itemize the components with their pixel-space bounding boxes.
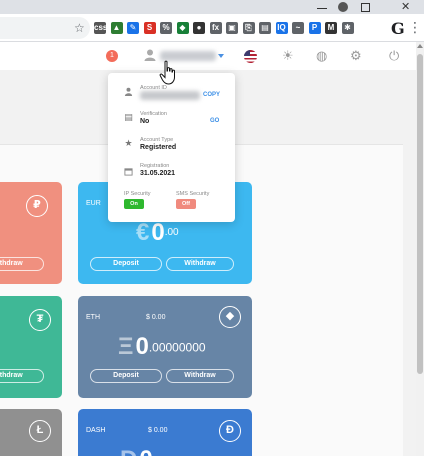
browser-extension-icon[interactable]: fx <box>209 22 222 34</box>
browser-extension-icon[interactable]: ▤ <box>259 22 271 34</box>
verification-go-button[interactable]: GO <box>210 118 219 124</box>
eur-deposit-button[interactable]: Deposit <box>90 257 162 271</box>
usdt-coin-icon: ₮ <box>29 309 51 331</box>
close-window-icon[interactable]: ✕ <box>401 1 410 13</box>
address-bar: ☆ css ▲ ✎ S% ◆ ● fx ▣ ⎘ ▤ IQ ~ P M ✱ G ⋮ <box>0 14 424 42</box>
star-icon: ★ <box>124 138 133 148</box>
minimize-icon[interactable] <box>317 8 327 9</box>
browser-extension-icon[interactable]: ◆ <box>176 22 189 34</box>
eth-balance: Ξ0.00000000 <box>118 333 206 360</box>
eur-withdraw-button[interactable]: Withdraw <box>166 257 234 271</box>
dash-balance: Đ0 <box>120 447 153 456</box>
sms-security-label: SMS Security <box>176 191 210 197</box>
browser-extension-icon[interactable]: ▲ <box>110 22 123 34</box>
verification-label: Verification <box>140 111 167 117</box>
maximize-icon[interactable] <box>361 3 370 12</box>
ltc-coin-icon: Ł <box>29 420 51 442</box>
scroll-up-arrow-icon[interactable] <box>417 44 423 48</box>
copy-account-id-button[interactable]: COPY <box>203 92 220 98</box>
dash-currency-label: DASH <box>86 427 106 434</box>
eth-usd-value: $ 0.00 <box>146 314 166 321</box>
eth-deposit-button[interactable]: Deposit <box>90 369 162 383</box>
us-flag-icon[interactable] <box>244 50 257 63</box>
browser-extension-icon[interactable]: ▣ <box>226 22 238 34</box>
ip-security-label: IP Security <box>124 191 151 197</box>
browser-extension-icon[interactable]: S <box>143 22 156 34</box>
browser-extension-icon[interactable]: P <box>308 22 321 34</box>
usdt-withdraw-button[interactable]: Withdraw <box>0 369 44 383</box>
hand-cursor-icon <box>159 60 175 85</box>
theme-icon[interactable]: ☀ <box>282 48 294 64</box>
registration-value: 31.05.2021 <box>140 170 176 177</box>
notification-badge[interactable]: 1 <box>106 50 118 62</box>
chevron-down-icon[interactable] <box>218 54 224 58</box>
eth-coin-icon: ◆ <box>219 306 241 328</box>
account-type-label: Account Type <box>140 137 174 143</box>
ip-security-toggle[interactable]: On <box>124 199 144 209</box>
account-type-value: Registered <box>140 144 177 151</box>
browser-extension-icon[interactable]: % <box>160 22 172 34</box>
account-id-value-redacted <box>140 91 200 100</box>
rub-coin-icon: ₽ <box>26 195 48 217</box>
browser-extension-icon[interactable]: ⎘ <box>242 22 255 34</box>
eur-balance: €0.00 <box>136 219 179 246</box>
card-dash: DASH $ 0.00 Đ Đ0 <box>78 409 252 456</box>
browser-extension-icon[interactable]: ✱ <box>341 22 354 34</box>
rub-withdraw-button[interactable]: Withdraw <box>0 257 44 271</box>
browser-extension-icon[interactable]: css <box>94 22 107 34</box>
app-header: 1 ☀ ◍ ⚙ ⏻ <box>0 42 416 70</box>
sms-security-toggle[interactable]: Off <box>176 199 196 209</box>
browser-extension-icon[interactable]: M <box>325 22 337 34</box>
verification-value: No <box>140 118 150 125</box>
settings-icon[interactable]: ⚙ <box>350 48 362 64</box>
scrollbar-thumb[interactable] <box>417 54 423 374</box>
dash-usd-value: $ 0.00 <box>148 427 168 434</box>
support-icon[interactable]: ◍ <box>316 48 327 64</box>
profile-icon[interactable] <box>338 2 348 12</box>
eth-currency-label: ETH <box>86 314 100 321</box>
browser-extension-icon[interactable]: IQ <box>275 22 288 34</box>
user-icon[interactable] <box>143 48 157 62</box>
eth-withdraw-button[interactable]: Withdraw <box>166 369 234 383</box>
dash-coin-icon: Đ <box>219 420 241 442</box>
browser-extension-icon[interactable]: ✎ <box>127 22 139 34</box>
user-icon <box>124 87 133 96</box>
user-dropdown-menu: Account ID COPY ▤ Verification No GO ★ A… <box>108 73 235 222</box>
browser-menu-icon[interactable]: ⋮ <box>408 19 422 35</box>
card-eth: ETH $ 0.00 ◆ Ξ0.00000000 Deposit Withdra… <box>78 296 252 398</box>
registration-label: Registration <box>140 163 170 169</box>
document-icon: ▤ <box>124 112 133 122</box>
calendar-icon <box>124 168 133 176</box>
card-usdt: ₮ Withdraw <box>0 296 62 398</box>
card-ltc: Ł <box>0 409 62 456</box>
browser-extension-icon[interactable]: ~ <box>292 22 304 34</box>
star-icon[interactable]: ☆ <box>74 20 85 36</box>
grammarly-extension-icon[interactable]: G <box>391 19 405 38</box>
logout-icon[interactable]: ⏻ <box>389 48 399 64</box>
eur-currency-label: EUR <box>86 200 101 207</box>
browser-extension-icon[interactable]: ● <box>193 22 205 34</box>
card-rub: ₽ Withdraw <box>0 182 62 284</box>
